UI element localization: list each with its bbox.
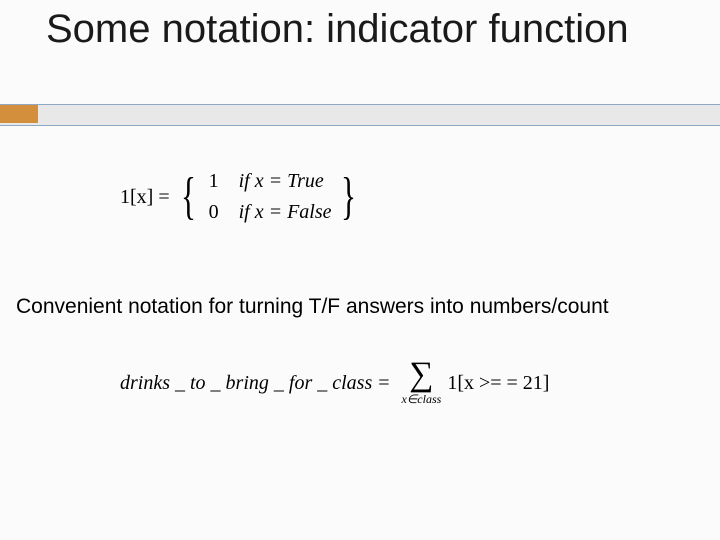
case-row: 0 if x = False — [205, 201, 332, 224]
left-brace-icon: { — [181, 177, 196, 217]
equals-sign: = — [378, 372, 389, 395]
drinks-equation: drinks _ to _ bring _ for _ class = ∑ x∈… — [120, 360, 549, 407]
body-text: Convenient notation for turning T/F answ… — [16, 295, 609, 319]
case-value: 1 — [205, 170, 223, 193]
eq1-cases: { 1 if x = True 0 if x = False } — [176, 170, 361, 224]
sigma-icon: ∑ — [409, 360, 433, 390]
title-divider — [0, 104, 720, 126]
slide: { "title": "Some notation: indicator fun… — [0, 0, 720, 540]
sigma-subscript: x∈class — [402, 392, 442, 407]
slide-title: Some notation: indicator function — [46, 6, 686, 52]
eq1-lhs: 1[x] = — [120, 186, 170, 209]
accent-bar — [0, 105, 38, 123]
case-condition: if x = True — [239, 170, 324, 193]
indicator-definition: 1[x] = { 1 if x = True 0 if x = False } — [120, 170, 380, 224]
case-condition: if x = False — [239, 201, 332, 224]
eq2-lhs: drinks _ to _ bring _ for _ class — [120, 372, 372, 395]
right-brace-icon: } — [340, 177, 355, 217]
summation: ∑ x∈class — [402, 360, 442, 407]
case-value: 0 — [205, 201, 223, 224]
eq2-rhs: 1[x >= = 21] — [447, 372, 549, 395]
case-row: 1 if x = True — [205, 170, 332, 193]
